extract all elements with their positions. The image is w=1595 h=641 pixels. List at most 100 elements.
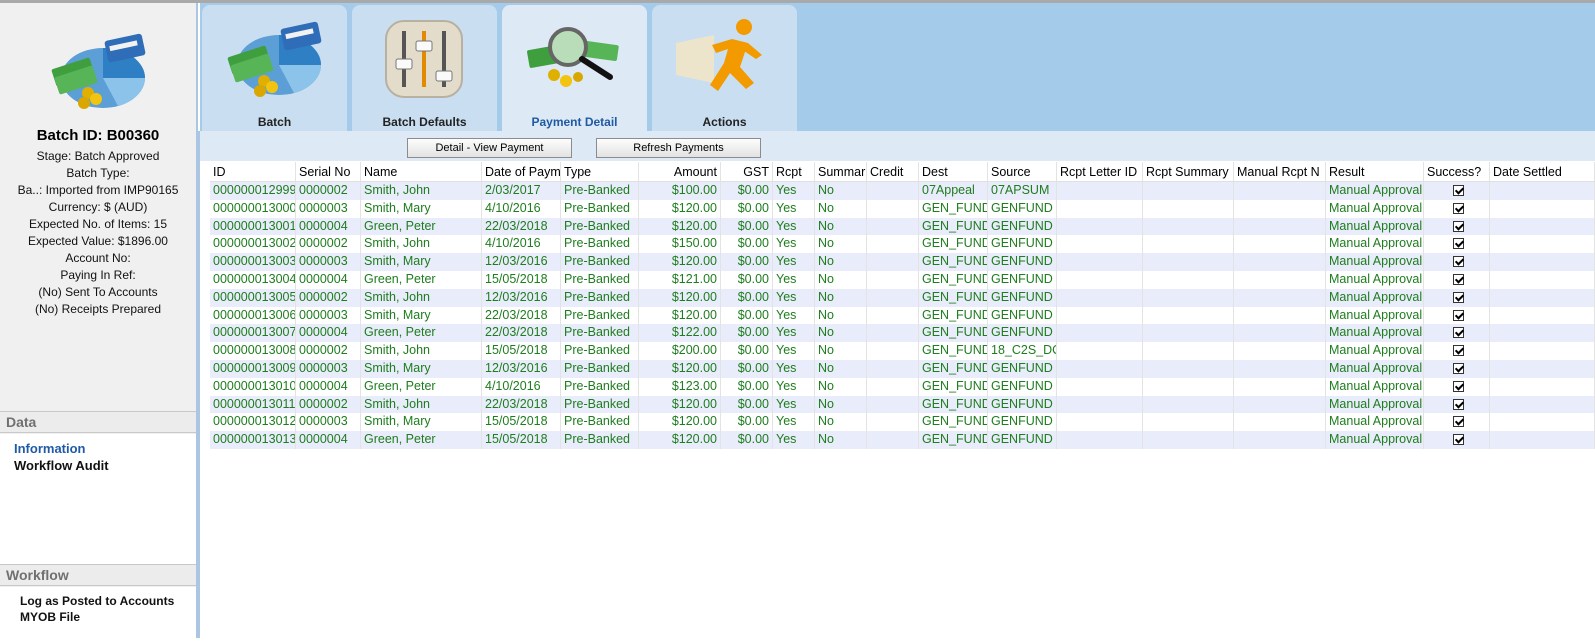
col-date-settled[interactable]: Date Settled [1490, 162, 1595, 181]
table-row[interactable]: 000000013005 0000002 Smith, John 12/03/2016… [210, 288, 1595, 307]
sidebar-item-information[interactable]: Information [14, 440, 196, 457]
tab-batch[interactable]: Batch [202, 5, 347, 131]
cell-date-settled [1490, 217, 1595, 236]
table-row[interactable]: 000000013009 0000003 Smith, Mary 12/03/2016… [210, 359, 1595, 378]
cell-credit [867, 431, 919, 449]
tab-payment-detail[interactable]: Payment Detail [502, 5, 647, 131]
cell-success[interactable] [1424, 253, 1490, 271]
import-source-text: Ba..: Imported from IMP90165 [17, 183, 179, 197]
table-row[interactable]: 000000013000 0000003 Smith, Mary 4/10/2016 P… [210, 199, 1595, 218]
success-checkbox[interactable] [1452, 345, 1464, 357]
cell-credit [867, 395, 919, 414]
col-serial-no[interactable]: Serial No [296, 162, 361, 181]
table-row[interactable]: 000000013011 0000002 Smith, John 22/03/2018… [210, 395, 1595, 414]
cell-summary: No [815, 342, 867, 360]
workflow-item-myob-file[interactable]: MYOB File [20, 609, 196, 625]
cell-dest: GEN_FUND [919, 359, 988, 378]
table-row[interactable]: 000000013010 0000004 Green, Peter 4/10/2016… [210, 377, 1595, 396]
col-dest[interactable]: Dest [919, 162, 988, 181]
cell-result: Manual Approval [1326, 253, 1424, 271]
success-checkbox[interactable] [1452, 185, 1464, 196]
cell-serial-no: 0000004 [296, 324, 361, 343]
success-checkbox[interactable] [1452, 220, 1464, 232]
success-checkbox[interactable] [1452, 327, 1464, 339]
cell-type: Pre-Banked [561, 217, 639, 236]
col-manual-rcpt[interactable]: Manual Rcpt N [1234, 162, 1326, 181]
cell-success[interactable] [1424, 431, 1490, 449]
col-source[interactable]: Source [988, 162, 1057, 181]
cell-name: Green, Peter [361, 217, 482, 236]
cell-success[interactable] [1424, 377, 1490, 396]
success-checkbox[interactable] [1452, 362, 1464, 374]
cell-success[interactable] [1424, 413, 1490, 432]
success-checkbox[interactable] [1452, 291, 1464, 303]
col-id[interactable]: ID [210, 162, 296, 181]
table-row[interactable]: 000000013013 0000004 Green, Peter 15/05/201… [210, 431, 1595, 449]
success-checkbox[interactable] [1452, 256, 1464, 268]
sidebar-item-workflow-audit[interactable]: Workflow Audit [14, 457, 196, 474]
table-row[interactable]: 000000013002 0000002 Smith, John 4/10/2016 P… [210, 235, 1595, 254]
cell-type: Pre-Banked [561, 270, 639, 289]
cell-success[interactable] [1424, 288, 1490, 307]
col-date[interactable]: Date of Paym [482, 162, 561, 181]
table-row[interactable]: 000000013007 0000004 Green, Peter 22/03/201… [210, 324, 1595, 343]
col-rcpt-summary[interactable]: Rcpt Summary [1143, 162, 1234, 181]
table-row[interactable]: 000000013008 0000002 Smith, John 15/05/2018… [210, 342, 1595, 360]
cell-success[interactable] [1424, 324, 1490, 343]
table-row[interactable]: 000000013006 0000003 Smith, Mary 22/03/2018… [210, 306, 1595, 325]
cell-success[interactable] [1424, 306, 1490, 325]
cell-result: Manual Approval [1326, 306, 1424, 325]
col-type[interactable]: Type [561, 162, 639, 181]
col-gst[interactable]: GST [721, 162, 773, 181]
table-row[interactable]: 000000013001 0000004 Green, Peter 22/03/201… [210, 217, 1595, 236]
refresh-payments-button[interactable]: Refresh Payments [596, 138, 761, 158]
cell-date: 15/05/2018 [482, 413, 561, 432]
cell-id: 000000013009 [210, 359, 296, 378]
success-checkbox[interactable] [1452, 380, 1464, 392]
cell-type: Pre-Banked [561, 359, 639, 378]
col-rcpt[interactable]: Rcpt [773, 162, 815, 181]
col-rcpt-letter-id[interactable]: Rcpt Letter ID [1057, 162, 1143, 181]
cell-rcpt: Yes [773, 182, 815, 200]
cell-success[interactable] [1424, 342, 1490, 360]
cell-name: Green, Peter [361, 377, 482, 396]
grid-body: 000000012999 0000002 Smith, John 2/03/2017 P… [210, 182, 1595, 449]
col-credit[interactable]: Credit [867, 162, 919, 181]
table-row[interactable]: 000000013004 0000004 Green, Peter 15/05/201… [210, 270, 1595, 289]
cell-date: 22/03/2018 [482, 217, 561, 236]
account-no-text: Account No: [65, 251, 131, 265]
cell-date-settled [1490, 288, 1595, 307]
success-checkbox[interactable] [1452, 398, 1464, 410]
cell-rcpt: Yes [773, 217, 815, 236]
workflow-item-log-posted[interactable]: Log as Posted to Accounts [20, 593, 196, 609]
cell-success[interactable] [1424, 199, 1490, 218]
detail-view-payment-button[interactable]: Detail - View Payment [407, 138, 572, 158]
cell-dest: 07Appeal [919, 182, 988, 200]
cell-serial-no: 0000003 [296, 359, 361, 378]
success-checkbox[interactable] [1452, 238, 1464, 250]
table-row[interactable]: 000000012999 0000002 Smith, John 2/03/2017 P… [210, 182, 1595, 200]
col-summary[interactable]: Summar [815, 162, 867, 181]
success-checkbox[interactable] [1452, 309, 1464, 321]
success-checkbox[interactable] [1452, 416, 1464, 428]
success-checkbox[interactable] [1452, 273, 1464, 285]
success-checkbox[interactable] [1452, 434, 1464, 446]
cell-success[interactable] [1424, 217, 1490, 236]
cell-success[interactable] [1424, 235, 1490, 254]
cell-id: 000000013002 [210, 235, 296, 254]
cell-result: Manual Approval [1326, 217, 1424, 236]
cell-success[interactable] [1424, 395, 1490, 414]
col-name[interactable]: Name [361, 162, 482, 181]
col-amount[interactable]: Amount [639, 162, 721, 181]
cell-success[interactable] [1424, 270, 1490, 289]
table-row[interactable]: 000000013003 0000003 Smith, Mary 12/03/2016… [210, 253, 1595, 271]
tab-actions[interactable]: Actions [652, 5, 797, 131]
cell-success[interactable] [1424, 182, 1490, 200]
cell-success[interactable] [1424, 359, 1490, 378]
cell-dest: GEN_FUND [919, 306, 988, 325]
table-row[interactable]: 000000013012 0000003 Smith, Mary 15/05/2018… [210, 413, 1595, 432]
tab-batch-defaults[interactable]: Batch Defaults [352, 5, 497, 131]
col-success[interactable]: Success? [1424, 162, 1490, 181]
col-result[interactable]: Result [1326, 162, 1424, 181]
success-checkbox[interactable] [1452, 202, 1464, 214]
